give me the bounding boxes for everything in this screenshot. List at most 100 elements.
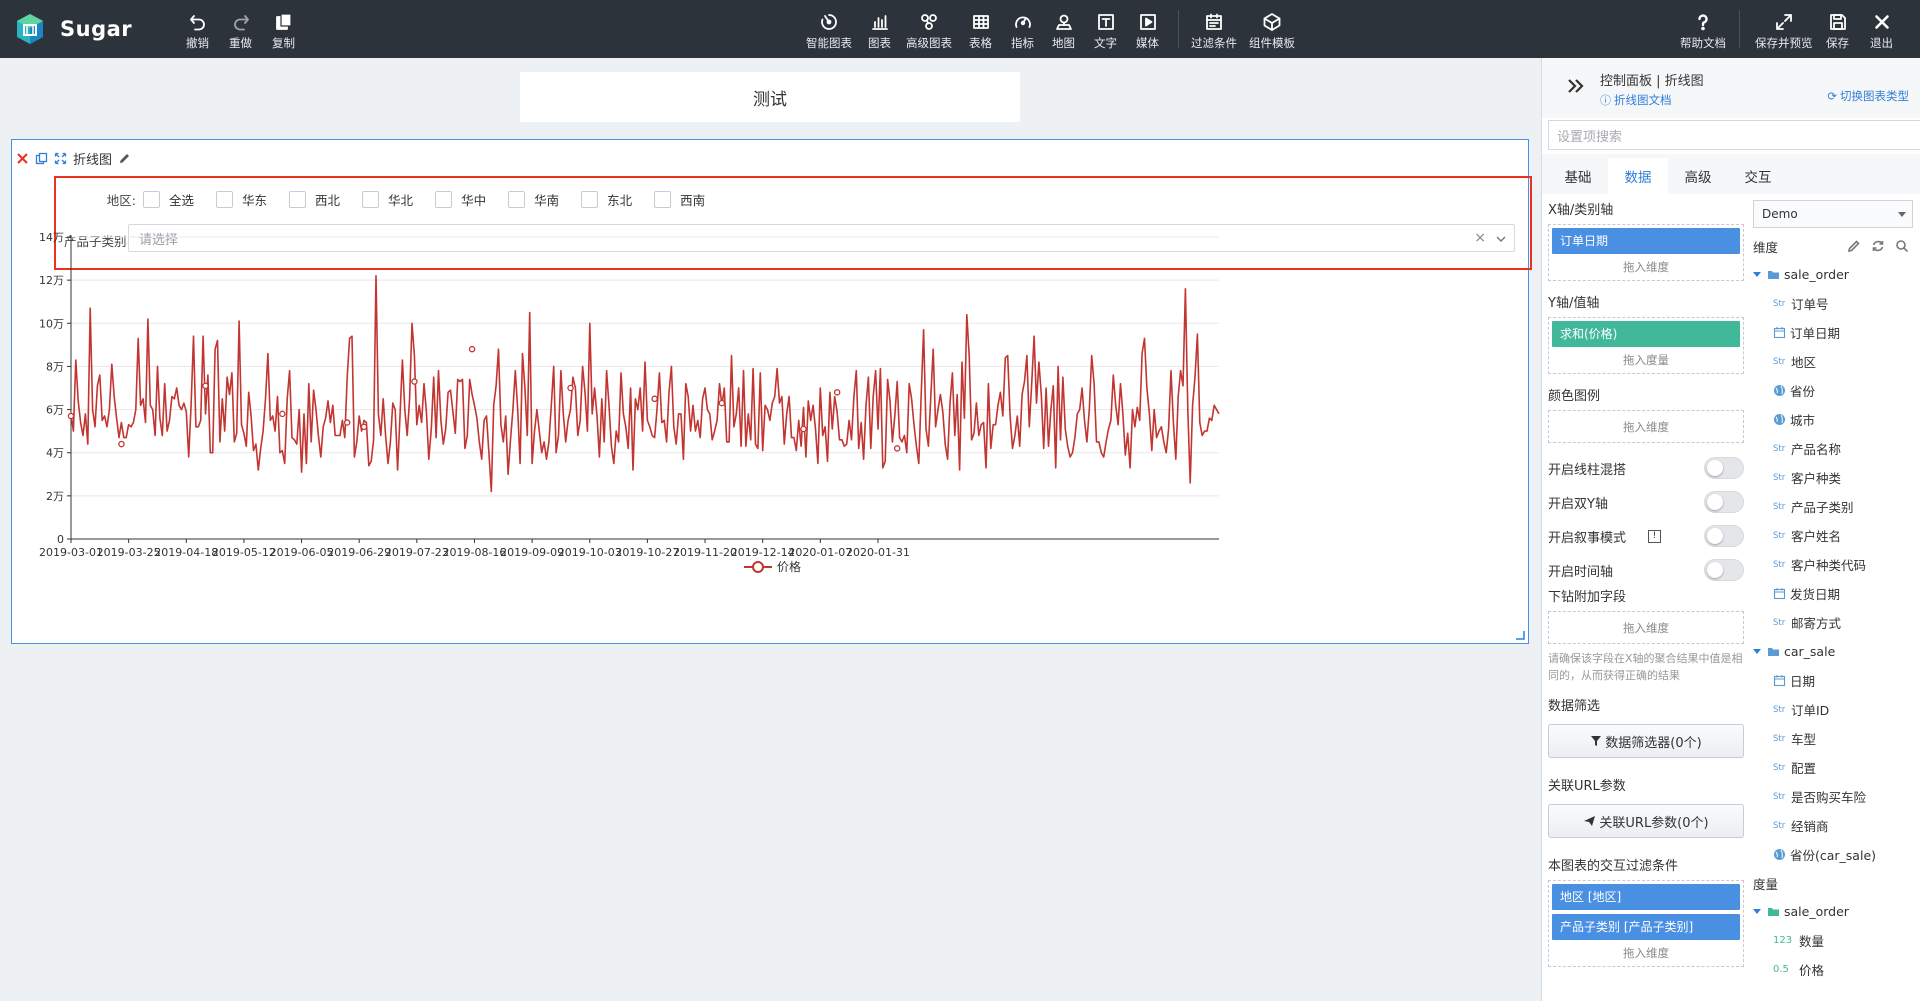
map-pin-icon bbox=[1055, 14, 1072, 30]
field-item[interactable]: Str 订单号 bbox=[1753, 289, 1920, 318]
tab-3[interactable]: 交互 bbox=[1728, 158, 1788, 194]
color-legend-dropzone[interactable]: 拖入维度 bbox=[1548, 410, 1744, 443]
field-label: 客户种类 bbox=[1791, 471, 1842, 486]
save-button[interactable]: 保存 bbox=[1826, 0, 1849, 58]
line-chart-widget[interactable]: 折线图 地区: 全选 华东 西北 华北 华中 华南 东北 西南 产品子类别: 请选择 × 02… bbox=[11, 139, 1532, 644]
y-axis-dropzone[interactable]: 求和(价格) 拖入度量 bbox=[1548, 317, 1744, 374]
advanced-chart-button[interactable]: 高级图表 bbox=[906, 0, 952, 58]
folder-icon bbox=[1768, 271, 1779, 279]
toggle-switch[interactable] bbox=[1704, 525, 1744, 547]
string-type-icon: Str bbox=[1773, 733, 1786, 744]
toolbar-divider bbox=[1739, 10, 1740, 48]
app-logo[interactable]: Sugar bbox=[14, 13, 132, 45]
field-item[interactable]: Str 是否购买车险 bbox=[1753, 782, 1920, 811]
field-item[interactable]: 城市 bbox=[1753, 405, 1920, 434]
folder-sale_order[interactable]: sale_order bbox=[1753, 260, 1920, 289]
chart-doc-link[interactable]: ⓘ 折线图文档 bbox=[1600, 92, 1672, 108]
text-icon bbox=[1097, 14, 1114, 30]
collapse-panel-icon[interactable] bbox=[1566, 76, 1586, 96]
field-item[interactable]: Str 配置 bbox=[1753, 753, 1920, 782]
field-item[interactable]: 省份(car_sale) bbox=[1753, 840, 1920, 869]
field-item[interactable]: Str 客户种类代码 bbox=[1753, 550, 1920, 579]
chevron-down-icon bbox=[1898, 212, 1906, 217]
toggle-switch[interactable] bbox=[1704, 491, 1744, 513]
interact-filter-dropzone[interactable]: 地区 [地区] 产品子类别 [产品子类别] 拖入维度 bbox=[1548, 880, 1744, 967]
filter-condition-button[interactable]: 过滤条件 bbox=[1191, 0, 1237, 58]
field-item[interactable]: 发货日期 bbox=[1753, 579, 1920, 608]
field-item[interactable]: Str 产品名称 bbox=[1753, 434, 1920, 463]
switch-chart-type-link[interactable]: ⟳ 切换图表类型 bbox=[1827, 88, 1909, 104]
string-type-icon: Str bbox=[1773, 530, 1786, 541]
x-tick-label: 2019-06-05 bbox=[270, 546, 334, 559]
field-item[interactable]: Str 车型 bbox=[1753, 724, 1920, 753]
decimal-type-icon: 0.5 bbox=[1773, 964, 1789, 975]
field-item[interactable]: Str 经销商 bbox=[1753, 811, 1920, 840]
field-item[interactable]: 123 数量 bbox=[1753, 926, 1920, 955]
help-doc-button[interactable]: 帮助文档 bbox=[1680, 0, 1726, 58]
field-item[interactable]: 日期 bbox=[1753, 666, 1920, 695]
drill-dropzone[interactable]: 拖入维度 bbox=[1548, 611, 1744, 644]
table-button[interactable]: 表格 bbox=[969, 0, 992, 58]
data-filter-title: 数据筛选 bbox=[1548, 699, 1601, 714]
smart-chart-button[interactable]: 智能图表 bbox=[806, 0, 852, 58]
data-point-marker bbox=[67, 412, 75, 420]
toggle-switch[interactable] bbox=[1704, 559, 1744, 581]
field-label: 客户种类代码 bbox=[1791, 558, 1867, 573]
toggle-knob bbox=[1707, 528, 1723, 544]
info-icon[interactable]: ! bbox=[1648, 529, 1661, 543]
component-template-button[interactable]: 组件模板 bbox=[1249, 0, 1295, 58]
data-point-marker bbox=[360, 423, 368, 431]
page-title[interactable]: 测试 bbox=[520, 72, 1020, 122]
interact-filter-pill[interactable]: 产品子类别 [产品子类别] bbox=[1552, 914, 1740, 940]
search-icon[interactable] bbox=[1895, 239, 1909, 253]
exit-button[interactable]: 退出 bbox=[1870, 0, 1893, 58]
string-type-icon: Str bbox=[1773, 791, 1786, 802]
line-chart: 02万4万6万8万10万12万14万2019-03-012019-03-2520… bbox=[39, 231, 1220, 574]
template-icon bbox=[1263, 13, 1281, 31]
folder-car_sale[interactable]: car_sale bbox=[1753, 637, 1920, 666]
undo-button[interactable]: 撤销 bbox=[186, 0, 209, 58]
data-point-marker bbox=[833, 389, 841, 396]
field-item[interactable]: Str 客户种类 bbox=[1753, 463, 1920, 492]
string-type-icon: Str bbox=[1773, 501, 1786, 512]
copy-button[interactable]: 复制 bbox=[272, 0, 295, 58]
field-item[interactable]: Str 地区 bbox=[1753, 347, 1920, 376]
interact-filter-pill[interactable]: 地区 [地区] bbox=[1552, 884, 1740, 910]
y-axis-field-pill[interactable]: 求和(价格) bbox=[1552, 321, 1740, 347]
field-item[interactable]: 订单日期 bbox=[1753, 318, 1920, 347]
chart-button[interactable]: 图表 bbox=[868, 0, 891, 58]
field-item[interactable]: Str 产品子类别 bbox=[1753, 492, 1920, 521]
tab-0[interactable]: 基础 bbox=[1548, 158, 1608, 194]
x-axis-field-pill[interactable]: 订单日期 bbox=[1552, 228, 1740, 254]
settings-search-input[interactable]: 设置项搜索 bbox=[1548, 120, 1920, 150]
toggle-switch[interactable] bbox=[1704, 457, 1744, 479]
field-item[interactable]: Str 客户姓名 bbox=[1753, 521, 1920, 550]
map-button[interactable]: 地图 bbox=[1052, 0, 1075, 58]
field-item[interactable]: 省份 bbox=[1753, 376, 1920, 405]
field-label: 订单日期 bbox=[1790, 326, 1841, 341]
field-item[interactable]: Str 订单ID bbox=[1753, 695, 1920, 724]
text-button[interactable]: 文字 bbox=[1094, 0, 1117, 58]
y-tick-label: 4万 bbox=[46, 447, 64, 460]
resize-handle-icon[interactable] bbox=[1515, 630, 1525, 640]
refresh-icon[interactable] bbox=[1871, 239, 1885, 253]
datasource-select[interactable]: Demo bbox=[1753, 200, 1913, 228]
data-point-marker bbox=[893, 445, 901, 452]
toggle-knob bbox=[1707, 494, 1723, 510]
tab-2[interactable]: 高级 bbox=[1668, 158, 1728, 194]
field-item[interactable]: Str 邮寄方式 bbox=[1753, 608, 1920, 637]
redo-button[interactable]: 重做 bbox=[229, 0, 252, 58]
field-item[interactable]: 0.5 价格 bbox=[1753, 955, 1920, 984]
url-params-button[interactable]: 关联URL参数(0个) bbox=[1548, 804, 1744, 838]
x-tick-label: 2019-06-29 bbox=[327, 546, 391, 559]
media-button[interactable]: 媒体 bbox=[1136, 0, 1159, 58]
color-legend-drop-hint: 拖入维度 bbox=[1623, 420, 1669, 434]
tab-1[interactable]: 数据 bbox=[1608, 158, 1668, 194]
x-axis-dropzone[interactable]: 订单日期 拖入维度 bbox=[1548, 224, 1744, 281]
save-and-preview-button[interactable]: 保存并预览 bbox=[1755, 0, 1813, 58]
folder-sale_order[interactable]: sale_order bbox=[1753, 897, 1920, 926]
y-tick-label: 8万 bbox=[46, 360, 64, 373]
metric-button[interactable]: 指标 bbox=[1011, 0, 1034, 58]
data-filter-button[interactable]: 数据筛选器(0个) bbox=[1548, 724, 1744, 758]
edit-icon[interactable] bbox=[1847, 239, 1861, 253]
